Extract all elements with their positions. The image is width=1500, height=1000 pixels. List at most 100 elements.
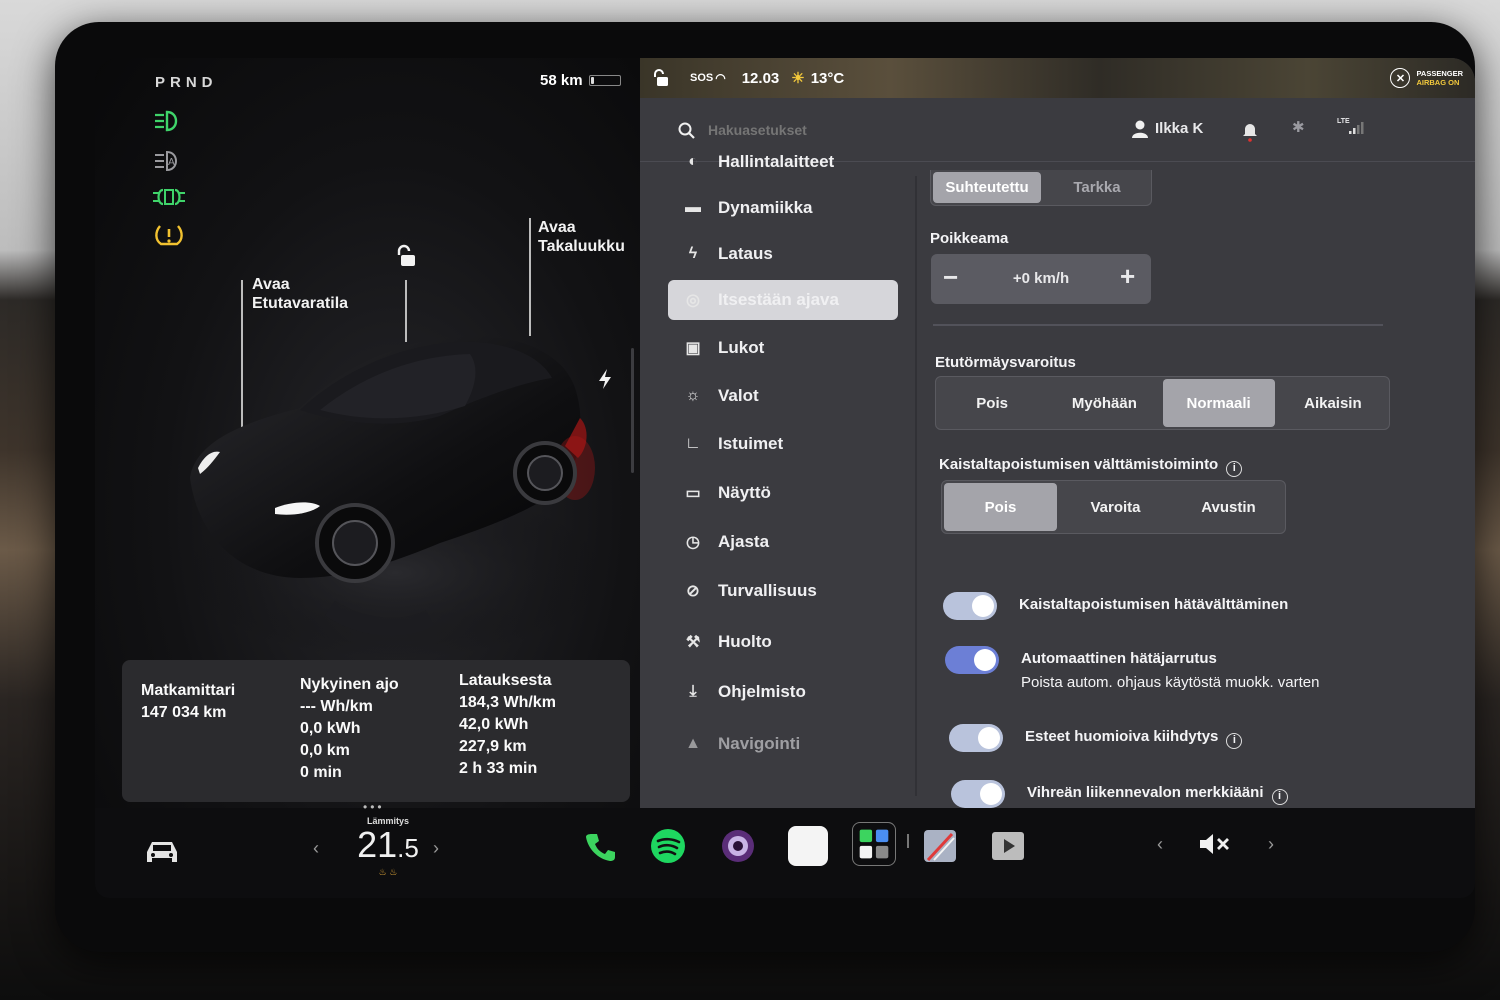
- toggle-switch[interactable]: [945, 646, 999, 674]
- fcw-option-pois[interactable]: Pois: [936, 377, 1048, 429]
- lte-label: LTE: [1337, 118, 1350, 125]
- mute-icon[interactable]: [1198, 832, 1232, 856]
- car-model-image[interactable]: [180, 328, 610, 658]
- sidebar-item-label: Lataus: [718, 244, 773, 263]
- sidebar-item-itsest-n-ajava[interactable]: ◎ Itsestään ajava: [668, 280, 898, 320]
- spotify-icon[interactable]: [648, 826, 688, 866]
- toggle-switch[interactable]: [943, 592, 997, 620]
- sidebar-item-istuimet[interactable]: ∟ Istuimet: [668, 424, 898, 464]
- settings-menu: ◐ Hallintalaitteet ▬ Dynamiikka ϟ Lataus ◎ Itse…: [640, 152, 915, 808]
- lane-departure-text: Kaistaltapoistumisen välttämistoiminto: [939, 456, 1219, 473]
- notification-bell-icon[interactable]: [1242, 120, 1258, 142]
- sidebar-item-dynamiikka[interactable]: ▬ Dynamiikka: [668, 188, 898, 228]
- lock-icon: ▣: [685, 340, 701, 357]
- info-icon[interactable]: i: [1226, 461, 1243, 477]
- car-icon: ▬: [685, 199, 701, 216]
- scroll-indicator: [631, 348, 634, 473]
- toggle-switch[interactable]: [951, 780, 1005, 808]
- camera-icon[interactable]: [718, 826, 758, 866]
- info-icon[interactable]: i: [1226, 733, 1243, 749]
- increase-button[interactable]: +: [1120, 263, 1135, 289]
- frunk-label-line1: Avaa: [252, 276, 290, 293]
- trunk-callout-line: [529, 218, 531, 336]
- trip-stats-card[interactable]: Matkamittari 147 034 km Nykyinen ajo ---…: [122, 660, 630, 802]
- sos-indicator: SOS: [690, 72, 714, 84]
- sidebar-item-turvallisuus[interactable]: ⊘ Turvallisuus: [668, 571, 898, 611]
- temp-whole: 21: [357, 824, 398, 865]
- sidebar-item-valot[interactable]: ☼ Valot: [668, 376, 898, 416]
- sidebar-item-lataus[interactable]: ϟ Lataus: [668, 234, 898, 274]
- alert-circle-icon: ⊘: [686, 583, 700, 600]
- settings-panel: SOS ◠ 12.03 ☀ 13°C ✕ PASSENGER AIRBAG ON: [640, 58, 1475, 808]
- lane-departure-option-varoita[interactable]: Varoita: [1059, 481, 1172, 533]
- toggle-sublabel: Poista autom. ohjaus käytöstä muokk. var…: [1021, 674, 1320, 691]
- trunk-callout[interactable]: Avaa Takaluukku: [538, 218, 625, 256]
- navigation-app-icon[interactable]: [920, 826, 960, 866]
- fcw-option-aikaisin[interactable]: Aikaisin: [1277, 377, 1389, 429]
- sidebar-item-label: Istuimet: [718, 434, 784, 453]
- since-charge-kwh: 42,0 kWh: [459, 716, 529, 733]
- user-name[interactable]: Ilkka K: [1155, 120, 1203, 137]
- toggle-label: Kaistaltapoistumisen hätävälttäminen: [1019, 596, 1288, 613]
- temp-frac: .5: [397, 833, 419, 863]
- temp-up-chevron[interactable]: ›: [433, 838, 439, 859]
- lock-status-icon[interactable]: [652, 69, 670, 87]
- search-icon[interactable]: [678, 122, 695, 139]
- sidebar-item-label: Turvallisuus: [718, 581, 817, 600]
- fcw-option-my-h-n[interactable]: Myöhään: [1048, 377, 1160, 429]
- lane-departure-selector: Pois Varoita Avustin: [941, 480, 1286, 534]
- offset-label: Poikkeama: [930, 230, 1009, 247]
- toggle-label: Automaattinen hätäjarrutus: [1021, 650, 1217, 667]
- bluetooth-icon[interactable]: ✱: [1292, 118, 1305, 136]
- sidebar-item-label: Lukot: [718, 338, 765, 357]
- info-icon[interactable]: i: [1271, 789, 1288, 805]
- trunk-label-line2: Takaluukku: [538, 238, 625, 255]
- car-icon[interactable]: [143, 838, 181, 866]
- lane-departure-option-avustin[interactable]: Avustin: [1172, 481, 1285, 533]
- toggle-switch[interactable]: [949, 724, 1003, 752]
- outside-temperature: 13°C: [810, 69, 845, 87]
- sidebar-item-ajasta[interactable]: ◷ Ajasta: [668, 522, 898, 562]
- temp-down-chevron[interactable]: ‹: [313, 838, 319, 859]
- frunk-callout[interactable]: Avaa Etutavaratila: [252, 275, 348, 313]
- airbag-line2: AIRBAG ON: [1416, 78, 1460, 87]
- lte-signal: LTE: [1337, 118, 1367, 136]
- sidebar-item-lukot[interactable]: ▣ Lukot: [668, 328, 898, 368]
- sidebar-item-ohjelmisto[interactable]: ⤓ Ohjelmisto: [668, 672, 898, 712]
- notes-icon[interactable]: [788, 826, 828, 866]
- volume-up-chevron[interactable]: ›: [1268, 834, 1274, 855]
- battery-icon: [588, 75, 621, 86]
- sidebar-item-n-ytt-[interactable]: ▭ Näyttö: [668, 473, 898, 513]
- current-trip-kwh: 0,0 kWh: [300, 720, 361, 737]
- app-launcher-icon[interactable]: [852, 822, 896, 866]
- theater-icon[interactable]: [988, 826, 1028, 866]
- speed-offset-mode-selector: Suhteutettu Tarkka: [930, 170, 1152, 206]
- user-icon[interactable]: [1130, 119, 1150, 139]
- since-charge-wh: 184,3 Wh/km: [459, 694, 556, 711]
- unlock-icon[interactable]: [393, 244, 419, 270]
- offset-stepper: − +0 km/h +: [931, 254, 1151, 304]
- fcw-option-normaali[interactable]: Normaali: [1162, 379, 1275, 427]
- sidebar-item-label: Valot: [718, 386, 759, 405]
- odometer-value: 147 034 km: [141, 704, 227, 721]
- climate-control[interactable]: Lämmitys 21.5 ♨ ♨: [343, 816, 433, 878]
- speed-mode-option-tarkka[interactable]: Tarkka: [1043, 170, 1151, 205]
- sidebar-item-huolto[interactable]: ⚒ Huolto: [668, 622, 898, 662]
- sidebar-item-label: Näyttö: [718, 483, 771, 502]
- tire-pressure-warning-icon: [155, 225, 183, 246]
- lane-departure-option-pois[interactable]: Pois: [944, 483, 1057, 531]
- toggle-label: Esteet huomioiva kiihdytys i: [1025, 728, 1243, 749]
- toggle-knob: [980, 783, 1002, 805]
- volume-down-chevron[interactable]: ‹: [1157, 834, 1163, 855]
- sidebar-item-navigointi[interactable]: ▲ Navigointi: [668, 724, 898, 764]
- phone-icon[interactable]: [580, 826, 620, 866]
- speed-mode-option-suhteutettu[interactable]: Suhteutettu: [933, 172, 1041, 203]
- sidebar-item-label: Navigointi: [718, 734, 801, 753]
- sidebar-item-hallintalaitteet[interactable]: ◐ Hallintalaitteet: [668, 142, 898, 182]
- seat-icon: ∟: [685, 435, 701, 452]
- search-input[interactable]: [708, 118, 1008, 142]
- cell-signal-icon: [1349, 122, 1364, 134]
- display-icon: ▭: [685, 485, 701, 502]
- fcw-selector: Pois Myöhään Normaali Aikaisin: [935, 376, 1390, 430]
- sidebar-item-label: Itsestään ajava: [718, 290, 839, 309]
